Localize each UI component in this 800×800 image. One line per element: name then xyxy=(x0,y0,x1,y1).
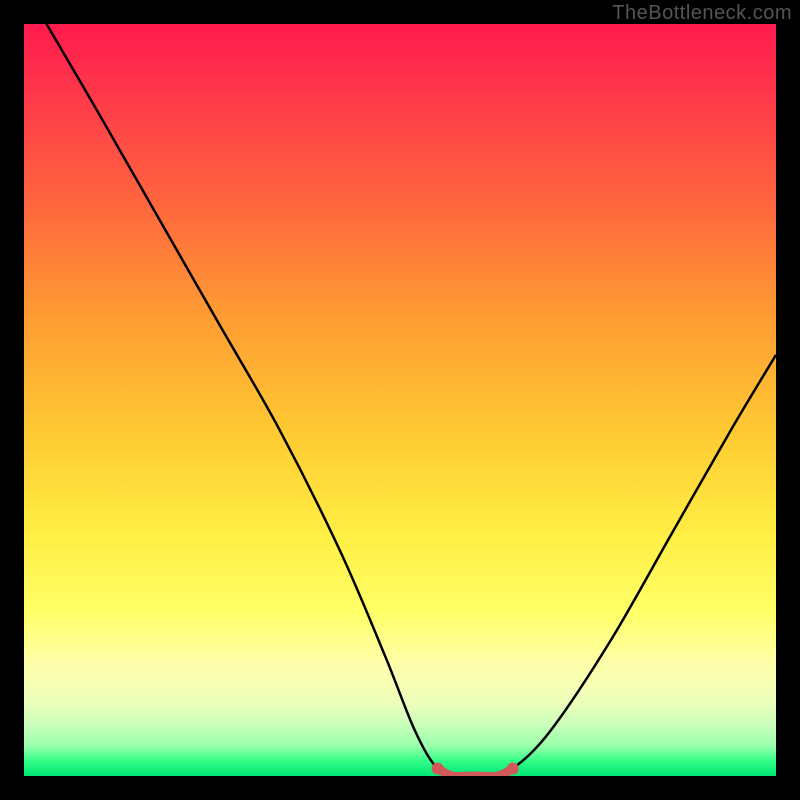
watermark-label: TheBottleneck.com xyxy=(612,2,792,25)
curve-path xyxy=(47,24,776,776)
highlight-start-dot xyxy=(432,762,444,774)
chart-svg xyxy=(24,24,776,776)
chart-frame: TheBottleneck.com xyxy=(0,0,800,800)
highlight-path xyxy=(438,768,513,776)
highlight-end-dot xyxy=(507,762,519,774)
plot-area xyxy=(24,24,776,776)
